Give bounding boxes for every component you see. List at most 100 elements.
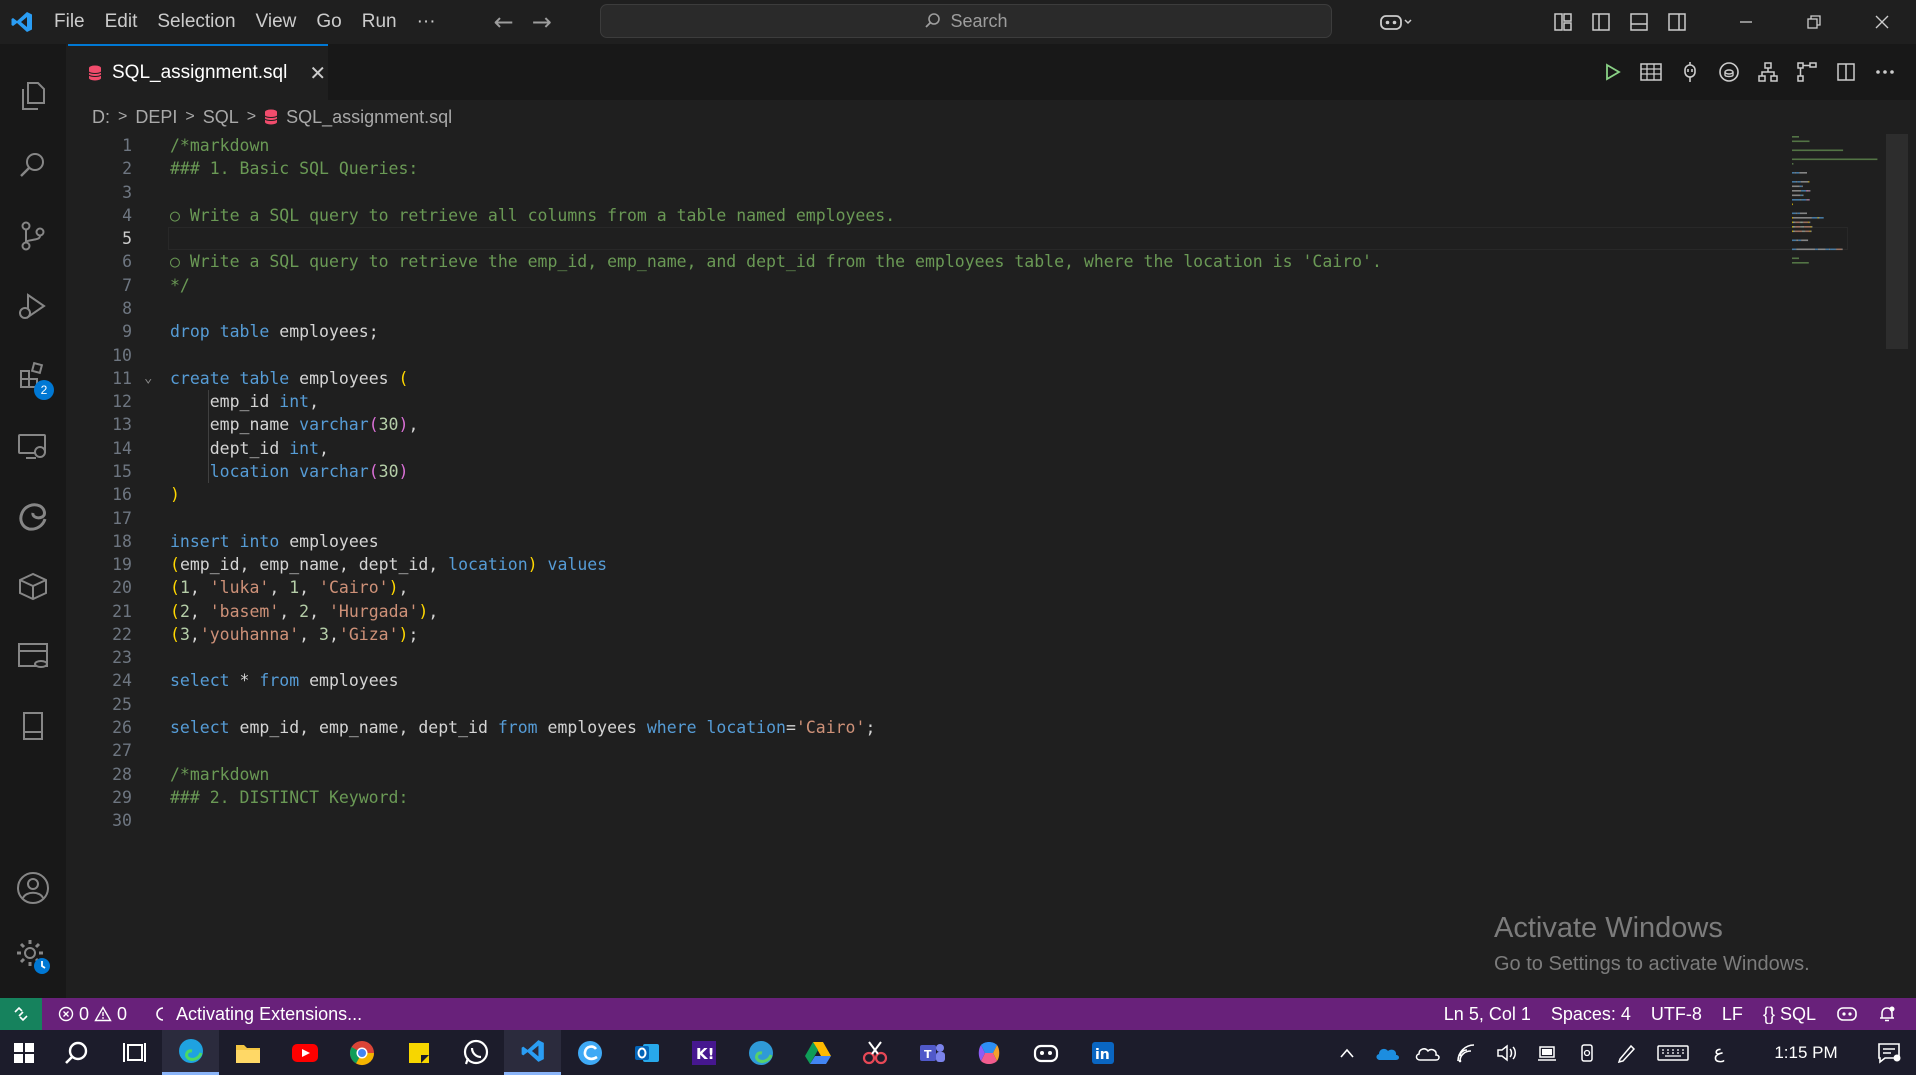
accounts-icon[interactable] <box>0 856 66 920</box>
breadcrumb-file[interactable]: SQL_assignment.sql <box>286 107 452 128</box>
manage-gear-icon[interactable] <box>0 924 66 988</box>
edge-tools-icon[interactable] <box>0 484 66 548</box>
code-line[interactable]: 12 emp_id int, <box>68 390 1768 413</box>
remote-explorer-icon[interactable] <box>0 414 66 478</box>
query-plan-icon[interactable] <box>1789 52 1824 92</box>
menu-file[interactable]: File <box>44 0 95 44</box>
whatsapp-icon[interactable] <box>447 1030 504 1075</box>
tab-close-icon[interactable]: ✕ <box>309 61 326 85</box>
code-line[interactable]: 14 dept_id int, <box>68 437 1768 460</box>
volume-icon[interactable] <box>1490 1030 1524 1075</box>
code-line[interactable]: 21 (2, 'basem', 2, 'Hurgada'), <box>68 600 1768 623</box>
menu-go[interactable]: Go <box>306 0 351 44</box>
run-query-icon[interactable] <box>1594 52 1629 92</box>
menu-run[interactable]: Run <box>352 0 407 44</box>
code-line[interactable]: 18 insert into employees <box>68 530 1768 553</box>
code-line[interactable]: 13 emp_name varchar(30), <box>68 413 1768 436</box>
toggle-primary-sidebar-icon[interactable] <box>1582 0 1620 44</box>
notebook-icon[interactable] <box>0 694 66 758</box>
more-actions-icon[interactable] <box>1867 52 1902 92</box>
edge-profile-icon[interactable] <box>561 1030 618 1075</box>
file-explorer-icon[interactable] <box>219 1030 276 1075</box>
code-line[interactable]: 22 (3,'youhanna', 3,'Giza'); <box>68 623 1768 646</box>
copilot-status-icon[interactable] <box>1826 1006 1868 1022</box>
change-database-icon[interactable] <box>1711 52 1746 92</box>
explain-plan-icon[interactable] <box>1750 52 1785 92</box>
menu-selection[interactable]: Selection <box>147 0 245 44</box>
battery-icon[interactable] <box>1530 1030 1564 1075</box>
code-line[interactable]: 24 select * from employees <box>68 669 1768 692</box>
code-line[interactable]: 29 ### 2. DISTINCT Keyword: <box>68 786 1768 809</box>
toggle-panel-icon[interactable] <box>1620 0 1658 44</box>
results-grid-icon[interactable] <box>1633 52 1668 92</box>
task-view-icon[interactable] <box>105 1030 162 1075</box>
code-line[interactable]: 23 <box>68 646 1768 669</box>
language-mode[interactable]: {} SQL <box>1753 1004 1826 1025</box>
restore-button[interactable] <box>1780 0 1848 44</box>
indentation[interactable]: Spaces: 4 <box>1541 1004 1641 1025</box>
teams-icon[interactable]: T <box>903 1030 960 1075</box>
cursor-position[interactable]: Ln 5, Col 1 <box>1434 1004 1541 1025</box>
minimap[interactable] <box>1790 134 1900 354</box>
code-line[interactable]: 16) <box>68 483 1768 506</box>
copilot-icon[interactable] <box>1368 0 1424 44</box>
code-line[interactable]: 19 (emp_id, emp_name, dept_id, location) … <box>68 553 1768 576</box>
code-line[interactable]: 17 <box>68 507 1768 530</box>
windows-start-icon[interactable] <box>0 1030 48 1075</box>
code-line[interactable]: 11 ⌄ create table employees ( <box>68 367 1768 390</box>
code-line[interactable]: 20 (1, 'luka', 1, 'Cairo'), <box>68 576 1768 599</box>
search-view-icon[interactable] <box>0 134 66 198</box>
edge-browser-icon[interactable] <box>162 1030 219 1075</box>
breadcrumb-depi[interactable]: DEPI <box>135 107 177 128</box>
keyboard-icon[interactable] <box>1650 1030 1696 1075</box>
outlook-icon[interactable] <box>618 1030 675 1075</box>
github-copilot-icon[interactable] <box>1017 1030 1074 1075</box>
sticky-notes-icon[interactable] <box>390 1030 447 1075</box>
problems-indicator[interactable]: 0 0 <box>48 1004 137 1025</box>
edge-dev-icon[interactable] <box>732 1030 789 1075</box>
source-control-icon[interactable] <box>0 204 66 268</box>
code-line[interactable]: 5 <box>68 227 1768 250</box>
command-center-search[interactable]: Search <box>600 4 1332 38</box>
clock[interactable]: 1:15 PM <box>1756 1030 1856 1075</box>
code-line[interactable]: 1 /*markdown <box>68 134 1768 157</box>
minimize-button[interactable] <box>1712 0 1780 44</box>
encoding[interactable]: UTF-8 <box>1641 1004 1712 1025</box>
menu-edit[interactable]: Edit <box>95 0 148 44</box>
tab-sql-assignment[interactable]: SQL_assignment.sql ✕ <box>68 44 328 100</box>
kahoot-icon[interactable]: K! <box>675 1030 732 1075</box>
code-line[interactable]: 30 <box>68 809 1768 832</box>
wifi-icon[interactable] <box>1450 1030 1484 1075</box>
taskbar-search-icon[interactable] <box>48 1030 105 1075</box>
split-editor-icon[interactable] <box>1828 52 1863 92</box>
code-line[interactable]: 7 */ <box>68 274 1768 297</box>
onedrive-icon[interactable] <box>1370 1030 1404 1075</box>
code-line[interactable]: 8 <box>68 297 1768 320</box>
code-line[interactable]: 15 location varchar(30) <box>68 460 1768 483</box>
fold-chevron-icon[interactable]: ⌄ <box>144 367 152 390</box>
close-window-button[interactable] <box>1848 0 1916 44</box>
database-explorer-icon[interactable] <box>0 624 66 688</box>
remote-indicator-icon[interactable] <box>0 998 42 1030</box>
code-editor[interactable]: 1 /*markdown 2 ### 1. Basic SQL Queries: 3 4 ○… <box>68 134 1908 998</box>
chevron-up-icon[interactable] <box>1330 1030 1364 1075</box>
extensions-icon[interactable]: 2 <box>0 344 66 408</box>
code-line[interactable]: 25 <box>68 693 1768 716</box>
extension-activation-status[interactable]: Activating Extensions... <box>145 1004 372 1025</box>
google-drive-icon[interactable] <box>789 1030 846 1075</box>
forward-arrow-icon[interactable]: → <box>532 8 552 36</box>
linkedin-icon[interactable]: in <box>1074 1030 1131 1075</box>
back-arrow-icon[interactable]: ← <box>494 8 514 36</box>
input-language[interactable]: ع <box>1702 1030 1736 1075</box>
code-line[interactable]: 2 ### 1. Basic SQL Queries: <box>68 157 1768 180</box>
menu-view[interactable]: View <box>246 0 307 44</box>
code-line[interactable]: 3 <box>68 181 1768 204</box>
notification-center-icon[interactable] <box>1862 1030 1916 1075</box>
snipping-tool-icon[interactable] <box>846 1030 903 1075</box>
end-of-line[interactable]: LF <box>1712 1004 1753 1025</box>
copilot-app-icon[interactable] <box>960 1030 1017 1075</box>
code-line[interactable]: 4 ○ Write a SQL query to retrieve all col… <box>68 204 1768 227</box>
customize-layout-icon[interactable] <box>1544 0 1582 44</box>
chrome-icon[interactable] <box>333 1030 390 1075</box>
code-line[interactable]: 9 drop table employees; <box>68 320 1768 343</box>
